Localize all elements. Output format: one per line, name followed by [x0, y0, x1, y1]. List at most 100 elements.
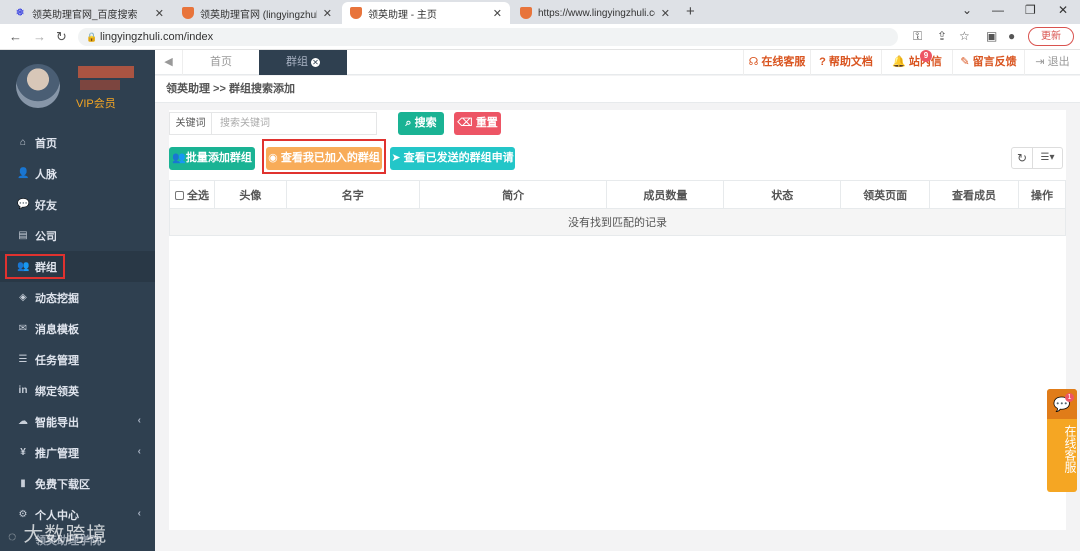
tab-home[interactable]: 首页: [183, 50, 259, 75]
columns-toggle-icon[interactable]: ☰▾: [1033, 147, 1063, 169]
lingying-favicon-icon: [350, 7, 362, 19]
floating-service-widget[interactable]: 💬 1 在线客服: [1047, 389, 1077, 492]
close-tab-icon[interactable]: ✕: [661, 7, 670, 20]
view-joined-groups-button[interactable]: ◉ 查看我已加入的群组: [266, 147, 382, 170]
chat-badge: 1: [1065, 393, 1074, 402]
tab-groups[interactable]: 群组 ✕: [259, 50, 347, 75]
sidebar-item-home[interactable]: ⌂ 首页: [0, 127, 155, 158]
site-messages-link[interactable]: 🔔 站内信 9: [881, 50, 952, 75]
update-button[interactable]: 更新: [1028, 27, 1074, 46]
sidebar-item-smart-export[interactable]: ☁ 智能导出 ‹: [0, 406, 155, 437]
sidebar-menu: ⌂ 首页 👤 人脉 💬 好友 ▤ 公司 👥 群组 ◈ 动态挖掘 ✉ 消息模板 ☰ 任务管理 in…: [0, 127, 155, 550]
sidebar-item-label: 公司: [35, 230, 57, 243]
column-header: 成员数量: [606, 180, 725, 209]
column-header: 状态: [723, 180, 842, 209]
keyword-label: 关键词: [169, 112, 211, 135]
feedback-label: 留言反馈: [972, 56, 1017, 68]
sidebar-item-label: 免费下载区: [35, 478, 90, 491]
close-window-icon[interactable]: ✕: [1058, 3, 1068, 17]
column-header: 领英页面: [840, 180, 931, 209]
sidebar-item-activity-mining[interactable]: ◈ 动态挖掘: [0, 282, 155, 313]
avatar[interactable]: [16, 64, 60, 108]
close-tab-icon[interactable]: ✕: [323, 7, 332, 20]
reload-icon[interactable]: ↻: [56, 29, 67, 45]
view-sent-requests-button[interactable]: ➤ 查看已发送的群组申请: [390, 147, 515, 170]
question-icon: ?: [819, 56, 826, 68]
profile-icon[interactable]: ●: [1008, 29, 1015, 43]
home-icon: ⌂: [19, 137, 27, 148]
main-content: 领英助理 >> 群组搜索添加 关键词 ⌕ 搜索 ⌫ 重置 👥批量添加群组 ◉ 查…: [155, 76, 1080, 551]
select-all-header[interactable]: 全选: [169, 180, 215, 209]
paper-plane-icon: ➤: [391, 152, 404, 164]
bookmark-star-icon[interactable]: ☆: [959, 29, 970, 43]
scroll-tabs-left-icon[interactable]: ◀: [155, 50, 183, 75]
restore-icon[interactable]: ❐: [1025, 3, 1036, 17]
sidebar-item-label: 好友: [35, 199, 57, 212]
watermark-logo-icon: ◌: [8, 528, 18, 544]
browser-tab-bar: ❅ 领英助理官网_百度搜索 ✕ 领英助理官网 (lingyingzhuli.co…: [0, 0, 1080, 24]
headset-icon: ☊: [748, 56, 759, 68]
sidebar-item-tasks[interactable]: ☰ 任务管理: [0, 344, 155, 375]
close-tab-icon[interactable]: ✕: [155, 7, 164, 20]
bell-icon: 🔔: [892, 56, 906, 68]
yen-icon: ¥: [20, 447, 26, 458]
username-blurred: [80, 80, 120, 90]
top-navbar: ◀ 首页 群组 ✕ ☊ 在线客服 ? 帮助文档 🔔 站内信 9 ✎ 留言反馈 ⇥ 退出: [155, 50, 1080, 75]
cube-icon: ◈: [19, 292, 27, 303]
sidepanel-icon[interactable]: ▣: [986, 29, 997, 43]
new-tab-icon[interactable]: +: [686, 3, 695, 20]
help-docs-link[interactable]: ? 帮助文档: [810, 50, 881, 75]
close-tab-icon[interactable]: ✕: [311, 57, 320, 67]
sidebar-item-groups[interactable]: 👥 群组: [0, 251, 155, 282]
refresh-icon[interactable]: ↻: [1011, 147, 1033, 169]
list-icon: ☰: [18, 354, 28, 365]
add-user-icon: 👤: [17, 168, 30, 179]
linkedin-icon: in: [18, 385, 28, 396]
sidebar-item-connections[interactable]: 👤 人脉: [0, 158, 155, 189]
key-icon[interactable]: ⚿: [913, 29, 922, 44]
file-icon: ▮: [20, 478, 26, 489]
sidebar-item-label: 任务管理: [35, 354, 79, 367]
feedback-link[interactable]: ✎ 留言反馈: [952, 50, 1024, 75]
online-service-link[interactable]: ☊ 在线客服: [743, 50, 810, 75]
tab-search-icon[interactable]: ⌄: [962, 3, 972, 17]
minimize-icon[interactable]: —: [992, 3, 1004, 17]
share-icon[interactable]: ⇪: [937, 29, 947, 43]
sidebar-item-bind-linkedin[interactable]: in 绑定领英: [0, 375, 155, 406]
browser-tab-title: 领英助理官网_百度搜索: [32, 9, 138, 21]
username-blurred: [78, 66, 134, 78]
sidebar-item-company[interactable]: ▤ 公司: [0, 220, 155, 251]
sidebar-item-message-templates[interactable]: ✉ 消息模板: [0, 313, 155, 344]
url-field[interactable]: 🔒 lingyingzhuli.com/index: [78, 28, 898, 46]
reset-button[interactable]: ⌫ 重置: [454, 112, 501, 135]
column-header: 简介: [418, 180, 608, 209]
close-tab-icon[interactable]: ✕: [493, 7, 502, 20]
sidebar-item-friends[interactable]: 💬 好友: [0, 189, 155, 220]
group-icon: 👥: [172, 152, 186, 164]
lingying-favicon-icon: [520, 7, 532, 19]
sidebar-item-promotion[interactable]: ¥ 推广管理 ‹: [0, 437, 155, 468]
browser-tab-title: https://www.lingyingzhuli.com: [538, 7, 655, 19]
chevron-left-icon: ‹: [137, 446, 141, 457]
tab-groups-label: 群组: [286, 56, 308, 68]
keyword-input[interactable]: [211, 112, 377, 135]
breadcrumb: 领英助理 >> 群组搜索添加: [155, 76, 1080, 103]
select-all-checkbox[interactable]: [174, 190, 184, 200]
sidebar-item-free-downloads[interactable]: ▮ 免费下载区: [0, 468, 155, 499]
browser-tab[interactable]: https://www.lingyingzhuli.com ✕: [512, 2, 678, 24]
browser-tab[interactable]: ❅ 领英助理官网_百度搜索 ✕: [6, 2, 172, 24]
empty-message: 没有找到匹配的记录: [169, 208, 1066, 236]
online-service-label: 在线客服: [761, 56, 806, 68]
batch-add-groups-button[interactable]: 👥批量添加群组: [169, 147, 255, 170]
logout-link[interactable]: ⇥ 退出: [1024, 50, 1080, 75]
logout-label: 退出: [1047, 56, 1070, 68]
browser-tab[interactable]: 领英助理官网 (lingyingzhuli.com) ✕: [174, 2, 340, 24]
search-icon: ⌕: [405, 117, 415, 129]
select-all-label: 全选: [186, 189, 209, 202]
search-button[interactable]: ⌕ 搜索: [398, 112, 444, 135]
browser-tab-active[interactable]: 领英助理 - 主页 ✕: [342, 2, 510, 24]
chat-icon: 💬: [17, 199, 30, 210]
back-icon[interactable]: ←: [9, 29, 22, 44]
forward-icon[interactable]: →: [33, 29, 46, 44]
table-empty-row: 没有找到匹配的记录: [169, 208, 1066, 236]
